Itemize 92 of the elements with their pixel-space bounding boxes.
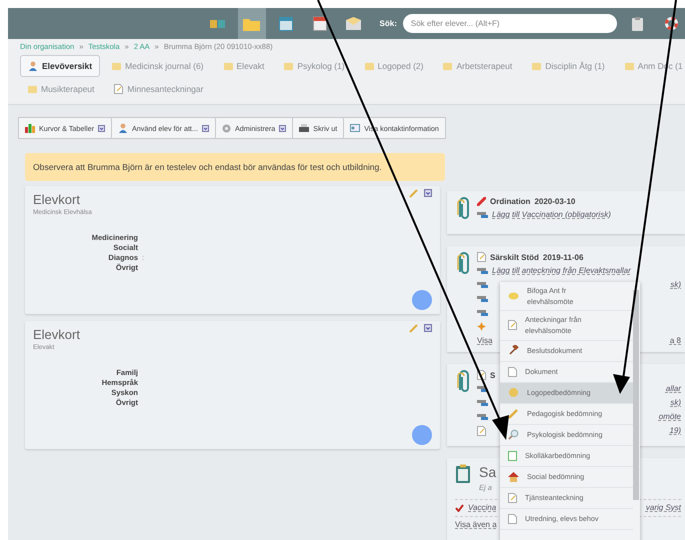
tab[interactable]: Minnesanteckningar [106,78,212,100]
collapse-icon[interactable] [424,189,432,197]
folder-icon [532,62,542,70]
dropdown-icon [202,124,209,132]
lifebuoy-icon [664,17,678,30]
document-icon [508,492,517,503]
avatar-circle[interactable] [412,425,432,445]
show-more-link[interactable]: Visa [477,336,492,345]
pencil-icon [508,408,519,420]
avatar-circle[interactable] [412,290,432,310]
link-icon [477,413,488,420]
tab[interactable]: Psykolog (1) [276,55,353,77]
tab[interactable]: Elevakt [216,55,272,77]
sheet-icon [508,450,517,461]
link-icon [477,281,488,288]
link-icon [477,399,488,406]
tab[interactable]: Elevöversikt [20,55,100,77]
bar-chart-icon [25,124,35,132]
search-field[interactable]: Sök efter elever... (Alt+F) [402,14,618,33]
house-icon [508,472,519,482]
card-title: Sa [479,464,496,480]
squares-icon [210,18,226,30]
entry-title: Särskilt Stöd [490,252,539,262]
tab[interactable]: Disciplin Åtg (1) [524,55,613,77]
star-icon [477,322,486,331]
document-icon [508,320,517,330]
entry-link[interactable]: Lägg till anteckning från Elevaktsmallar [492,266,631,275]
tab[interactable]: Logoped (2) [356,55,432,77]
entry-link[interactable]: Lägg till Vaccination (obligatorisk) [492,210,611,219]
entry-date: 2020-03-10 [534,197,576,206]
folder-icon [28,84,37,94]
document-icon [477,252,486,262]
coin-icon [508,387,519,398]
page-icon [508,366,517,377]
test-student-notice: Observera att Brumma Björn är en testelev och endast bör användas för test och utbildning. [25,153,445,181]
link-icon [477,385,488,392]
folder-icon [624,62,634,70]
clipboard-icon [632,16,643,30]
collapse-icon[interactable] [424,324,432,332]
window-icon [278,16,293,30]
gear-icon [222,124,231,132]
entry-link[interactable]: omöte [658,412,681,421]
entry-title: Ordination [490,197,530,206]
search-label: Sök: [380,19,397,28]
folder-icon [112,62,122,70]
folder-icon [243,16,260,30]
pencil-icon[interactable] [409,189,418,198]
folder-icon [224,62,233,70]
dropdown-icon [279,124,286,132]
envelope-icon [346,17,362,30]
gavel-icon [508,345,519,356]
tab[interactable]: Arbetsterapeut [435,55,520,77]
entry-link[interactable]: allar [666,384,681,393]
entry-link[interactable]: varig Syst [646,503,681,512]
card-title: Elevkort [33,192,80,207]
pill-icon [477,197,486,206]
folder-icon [443,62,452,70]
printer-icon [299,124,310,132]
entry-title: S [490,370,496,380]
show-more-link[interactable]: a 8 [670,336,681,345]
entry-date: 2019-11-06 [542,252,584,262]
link-icon [477,211,488,218]
checkmark-icon [455,504,464,512]
link-icon [477,295,488,302]
folder-icon [364,62,374,70]
link-icon [477,309,488,316]
paperclip-icon [455,370,471,394]
folder-icon [284,62,294,70]
tab[interactable]: Medicinsk journal (6) [104,55,212,77]
person-icon [118,123,128,133]
contact-card-icon [350,124,360,132]
card-title: Elevkort [33,327,80,342]
entry-link[interactable]: 19) [669,426,681,435]
clipboard-icon [455,464,471,484]
paperclip-icon [455,197,471,221]
calendar-icon [312,16,327,31]
tab[interactable]: Musikterapeut [20,78,102,100]
scrollbar-thumb[interactable] [633,290,639,500]
dropdown-icon [98,124,105,132]
document-icon [477,426,486,436]
paperclip-icon [455,252,471,276]
magnifier-icon [508,429,519,440]
speech-bubble-icon [508,292,519,301]
document-icon [114,84,124,94]
entry-link[interactable]: sk) [670,280,681,289]
link-icon [477,267,488,274]
person-icon [28,61,38,71]
entry-link[interactable]: Vaccina [468,503,496,512]
show-more-link[interactable]: Visa även a [455,520,497,529]
page-icon [508,514,517,524]
pencil-icon[interactable] [409,324,418,333]
entry-link[interactable]: sk) [670,398,681,407]
